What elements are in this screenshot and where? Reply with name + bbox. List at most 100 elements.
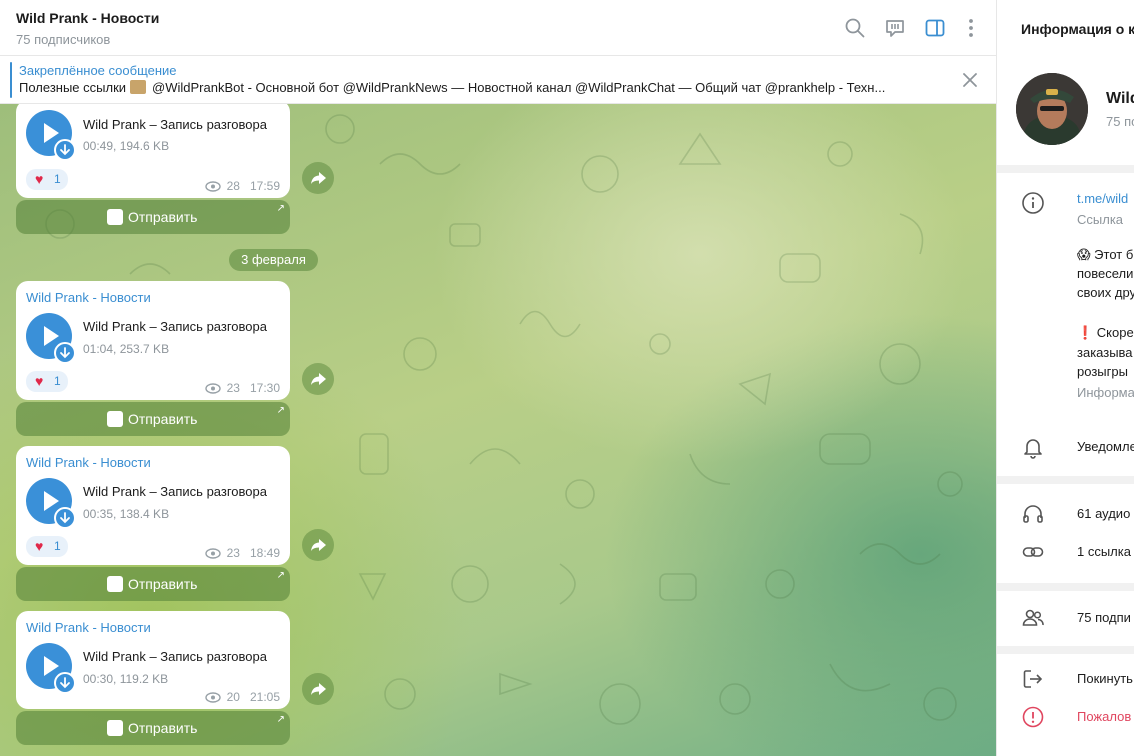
report-icon xyxy=(1021,705,1045,729)
members-icon xyxy=(1021,606,1045,630)
track-meta: 01:04, 253.7 KB xyxy=(83,342,170,356)
message-time: 21:05 xyxy=(249,690,280,704)
reaction-badge[interactable]: ♥ 1 xyxy=(26,371,68,392)
track-meta: 00:35, 138.4 KB xyxy=(83,507,170,521)
send-button[interactable]: Отправить ↗ xyxy=(16,711,290,745)
section-divider xyxy=(997,476,1134,484)
message-sender[interactable]: Wild Prank - Новости xyxy=(26,455,151,470)
description-line: 😱 Этот б xyxy=(1077,247,1134,262)
description-line: ❗ Скоре xyxy=(1077,325,1134,340)
headphones-icon xyxy=(1021,502,1045,526)
track-title: Wild Prank – Запись разговора xyxy=(83,319,267,334)
shared-links-link[interactable]: 1 ссылка xyxy=(1077,544,1131,559)
views-eye-icon xyxy=(204,692,221,703)
info-icon xyxy=(1021,191,1045,215)
forward-button[interactable] xyxy=(302,529,334,561)
download-icon[interactable] xyxy=(54,342,76,364)
bell-icon xyxy=(1021,435,1045,459)
track-title: Wild Prank – Запись разговора xyxy=(83,649,267,664)
forward-button[interactable] xyxy=(302,162,334,194)
comments-icon[interactable] xyxy=(883,16,907,40)
description-line: розыгры xyxy=(1077,364,1128,379)
close-icon[interactable] xyxy=(960,70,980,90)
download-icon[interactable] xyxy=(54,507,76,529)
heart-icon: ♥ xyxy=(35,171,44,187)
sidebar-toggle-icon[interactable] xyxy=(923,16,947,40)
message-card[interactable]: Wild Prank – Запись разговора 00:49, 194… xyxy=(16,100,290,198)
search-icon[interactable] xyxy=(843,16,867,40)
pinned-text: Полезные ссылки @WildPrankBot - Основной … xyxy=(19,80,941,95)
link-label: Ссылка xyxy=(1077,212,1124,227)
download-icon[interactable] xyxy=(54,672,76,694)
message-time: 17:59 xyxy=(249,179,280,193)
send-button-label: Отправить xyxy=(128,411,198,427)
send-button-label: Отправить xyxy=(128,576,198,592)
section-divider xyxy=(997,646,1134,654)
reaction-badge[interactable]: ♥ 1 xyxy=(26,536,68,557)
pinned-accent-bar xyxy=(10,62,12,98)
forward-button[interactable] xyxy=(302,363,334,395)
external-arrow-icon: ↗ xyxy=(276,203,285,214)
view-count: 20 xyxy=(226,690,240,704)
channel-link[interactable]: t.me/wild xyxy=(1077,191,1128,206)
external-arrow-icon: ↗ xyxy=(276,570,285,581)
more-vertical-icon[interactable] xyxy=(959,16,983,40)
track-title: Wild Prank – Запись разговора xyxy=(83,484,267,499)
send-button[interactable]: Отправить ↗ xyxy=(16,567,290,601)
description-line: своих дру xyxy=(1077,285,1134,300)
forward-button[interactable] xyxy=(302,673,334,705)
send-app-icon xyxy=(107,576,123,592)
leave-icon xyxy=(1021,667,1045,691)
subscribers-link[interactable]: 75 подпи xyxy=(1077,610,1131,625)
channel-info-panel: Информация о к Wild 75 по t.me/wild Ссыл… xyxy=(996,0,1134,756)
chat-column: Wild Prank - Новости 75 подписчиков Закр… xyxy=(0,0,996,756)
forward-icon xyxy=(311,539,326,551)
notifications-toggle[interactable]: Уведомле xyxy=(1077,439,1134,454)
message-sender[interactable]: Wild Prank - Новости xyxy=(26,290,151,305)
send-button-label: Отправить xyxy=(128,720,198,736)
section-divider xyxy=(997,583,1134,591)
view-count: 28 xyxy=(226,179,240,193)
chat-subscriber-count: 75 подписчиков xyxy=(16,32,111,47)
message-card[interactable]: Wild Prank - Новости Wild Prank – Запись… xyxy=(16,281,290,400)
reaction-badge[interactable]: ♥ 1 xyxy=(26,169,68,190)
message-card[interactable]: Wild Prank - Новости Wild Prank – Запись… xyxy=(16,446,290,565)
chat-header: Wild Prank - Новости 75 подписчиков xyxy=(0,0,996,56)
channel-avatar[interactable] xyxy=(1016,73,1088,145)
description-label: Информа xyxy=(1077,385,1134,400)
forward-icon xyxy=(311,683,326,695)
reaction-count: 1 xyxy=(54,172,61,186)
message-time: 18:49 xyxy=(249,546,280,560)
reaction-count: 1 xyxy=(54,374,61,388)
heart-icon: ♥ xyxy=(35,373,44,389)
download-icon[interactable] xyxy=(54,139,76,161)
message-time: 17:30 xyxy=(249,381,280,395)
message-stats: 23 18:49 xyxy=(204,546,280,560)
send-button[interactable]: Отправить ↗ xyxy=(16,200,290,234)
description-line: повесели xyxy=(1077,266,1134,281)
send-app-icon xyxy=(107,720,123,736)
scroll-emoji-icon xyxy=(130,80,147,94)
pinned-title: Закреплённое сообщение xyxy=(19,63,177,78)
send-button[interactable]: Отправить ↗ xyxy=(16,402,290,436)
leave-channel-button[interactable]: Покинуть xyxy=(1077,671,1133,686)
message-sender[interactable]: Wild Prank - Новости xyxy=(26,620,151,635)
track-title: Wild Prank – Запись разговора xyxy=(83,117,267,132)
avatar-image xyxy=(1016,73,1088,145)
pinned-message-bar[interactable]: Закреплённое сообщение Полезные ссылки @W… xyxy=(0,56,996,104)
pinned-text-rest: @WildPrankBot - Основной бот @WildPrankN… xyxy=(152,80,886,95)
external-arrow-icon: ↗ xyxy=(276,405,285,416)
message-stats: 23 17:30 xyxy=(204,381,280,395)
chat-title[interactable]: Wild Prank - Новости xyxy=(16,10,159,26)
message-card[interactable]: Wild Prank - Новости Wild Prank – Запись… xyxy=(16,611,290,709)
panel-title: Информация о к xyxy=(1021,21,1134,37)
description-line: заказыва xyxy=(1077,345,1133,360)
channel-subscriber-count: 75 по xyxy=(1106,114,1134,129)
heart-icon: ♥ xyxy=(35,538,44,554)
report-button[interactable]: Пожалов xyxy=(1077,709,1131,724)
date-separator: 3 февраля xyxy=(229,249,318,271)
audio-files-link[interactable]: 61 аудио xyxy=(1077,506,1130,521)
send-app-icon xyxy=(107,411,123,427)
pinned-text-start: Полезные ссылки xyxy=(19,80,127,95)
view-count: 23 xyxy=(226,546,240,560)
